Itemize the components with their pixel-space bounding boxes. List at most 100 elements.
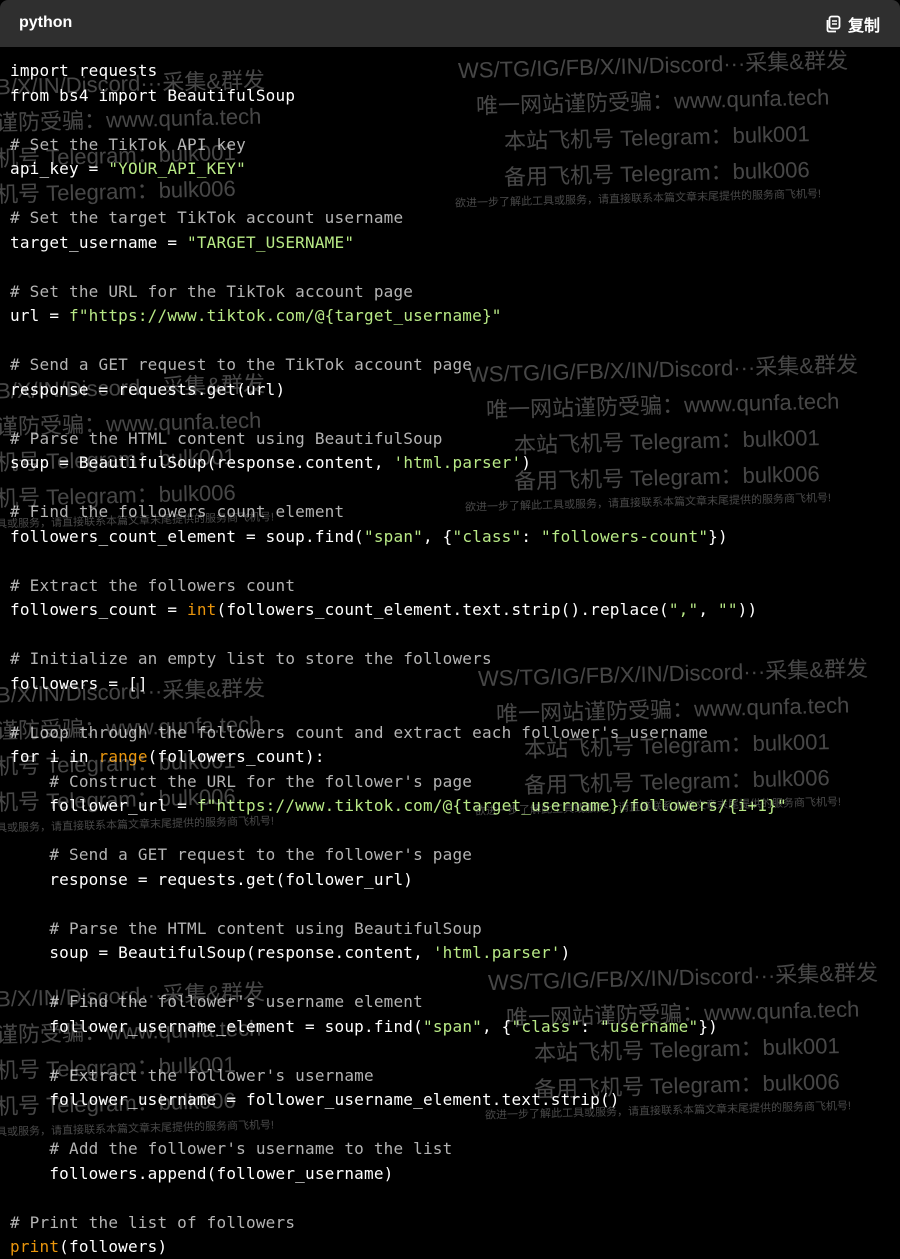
code-token: follower_username_element = soup.find( [10, 1016, 423, 1036]
code-line: # Construct the URL for the follower's p… [10, 770, 472, 794]
code-string: 'html.parser' [393, 453, 522, 472]
code-block-header: python 复制 [0, 0, 900, 47]
code-string: "span" [422, 1016, 482, 1036]
code-string: "followers-count" [541, 526, 709, 546]
code-token: follower_url = [10, 796, 197, 815]
code-string: f"https://www.tiktok.com/@{target_userna… [69, 306, 502, 325]
code-line: response = requests.get(url) [10, 378, 285, 402]
code-token: (followers) [59, 1237, 168, 1256]
code-comment: # Extract the followers count [10, 575, 296, 595]
code-comment: # Print the list of followers [10, 1212, 296, 1232]
code-token: for i in [10, 747, 99, 766]
code-line: # Set the target TikTok account username [10, 206, 403, 230]
code-token: response = requests.get(follower_url) [10, 869, 414, 889]
code-comment: # Set the target TikTok account username [10, 208, 404, 227]
code-line: print(followers) [10, 1235, 167, 1259]
code-line: api_key = "YOUR_API_KEY" [10, 157, 246, 181]
code-line: # Initialize an empty list to store the … [10, 647, 492, 671]
code-comment: # Find the followers count element [10, 502, 345, 521]
code-token: : [521, 526, 541, 546]
code-token: from bs4 import BeautifulSoup [10, 85, 296, 105]
code-line: import requests [10, 59, 158, 83]
code-line: # Parse the HTML content using Beautiful… [10, 427, 443, 451]
code-token: ) [521, 453, 532, 472]
code-line: from bs4 import BeautifulSoup [10, 84, 295, 108]
code-line: # Loop through the followers count and e… [10, 721, 708, 745]
code-line: soup = BeautifulSoup(response.content, '… [10, 941, 570, 965]
code-token: (followers_count_element.text.strip().re… [216, 600, 669, 619]
code-token: , { [481, 1016, 512, 1036]
code-content[interactable]: import requests from bs4 import Beautiful… [0, 47, 900, 1256]
code-string: "TARGET_USERNAME" [187, 232, 355, 252]
code-line: followers_count_element = soup.find("spa… [10, 525, 728, 549]
code-line: # Parse the HTML content using Beautiful… [10, 917, 482, 941]
code-token: }) [708, 526, 728, 546]
code-comment: # Send a GET request to the TikTok accou… [10, 355, 473, 374]
code-line: for i in range(followers_count): [10, 745, 325, 769]
code-line: # Print the list of followers [10, 1211, 295, 1235]
code-line: follower_username_element = soup.find("s… [10, 1015, 718, 1039]
code-line: followers = [] [10, 672, 148, 696]
code-comment: # Extract the follower's username [10, 1065, 374, 1085]
code-comment: # Parse the HTML content using Beautiful… [10, 428, 443, 448]
code-token: response = requests.get(url) [10, 379, 286, 399]
code-token: followers = [] [10, 673, 148, 693]
code-line: target_username = "TARGET_USERNAME" [10, 231, 354, 255]
code-token: soup = BeautifulSoup(response.content, [10, 943, 433, 962]
copy-button[interactable]: 复制 [824, 12, 880, 36]
code-comment: # Initialize an empty list to store the … [10, 649, 492, 668]
code-token: api_key = [10, 159, 109, 178]
code-line: # Send a GET request to the TikTok accou… [10, 353, 472, 377]
code-line: response = requests.get(follower_url) [10, 868, 413, 892]
code-string: "," [668, 600, 699, 619]
code-string: "span" [363, 526, 423, 546]
code-token: soup = BeautifulSoup(response.content, [10, 453, 394, 472]
code-token: follower_username = follower_username_el… [10, 1090, 620, 1109]
code-string: "class" [511, 1016, 581, 1036]
code-token: followers.append(follower_username) [10, 1163, 394, 1183]
code-token: , { [422, 526, 453, 546]
code-token: import requests [10, 61, 158, 80]
code-builtin: range [98, 747, 148, 766]
code-line: # Find the follower's username element [10, 990, 423, 1014]
code-comment: # Set the TikTok API key [10, 134, 246, 154]
code-string: 'html.parser' [432, 943, 561, 962]
code-line: followers.append(follower_username) [10, 1162, 393, 1186]
code-token: , [698, 600, 718, 619]
code-comment: # Parse the HTML content using Beautiful… [10, 918, 482, 938]
code-comment: # Find the follower's username element [10, 992, 423, 1011]
code-string: "username" [600, 1016, 699, 1036]
code-token: followers_count = [10, 600, 187, 619]
code-comment: # Add the follower's username to the lis… [10, 1139, 453, 1158]
code-comment: # Set the URL for the TikTok account pag… [10, 281, 414, 301]
code-comment: # Loop through the followers count and e… [10, 722, 709, 742]
code-line: followers_count = int(followers_count_el… [10, 598, 757, 622]
copy-icon [826, 15, 841, 33]
code-token: url = [10, 306, 69, 325]
code-string: "" [717, 600, 738, 619]
code-string: "YOUR_API_KEY" [108, 159, 246, 178]
code-line: follower_url = f"https://www.tiktok.com/… [10, 794, 787, 818]
code-token: )) [737, 600, 758, 619]
code-line: soup = BeautifulSoup(response.content, '… [10, 451, 531, 475]
code-string: f"https://www.tiktok.com/@{target_userna… [196, 796, 787, 815]
code-line: url = f"https://www.tiktok.com/@{target_… [10, 304, 502, 328]
code-line: # Extract the followers count [10, 574, 295, 598]
code-language-label: python [19, 14, 73, 31]
code-token: ) [560, 943, 571, 962]
code-token: target_username = [10, 232, 187, 252]
code-string: "class" [452, 526, 522, 546]
code-line: # Add the follower's username to the lis… [10, 1137, 452, 1161]
code-comment: # Send a GET request to the follower's p… [10, 845, 473, 864]
code-line: # Send a GET request to the follower's p… [10, 843, 472, 867]
code-builtin: int [187, 600, 217, 619]
code-comment: # Construct the URL for the follower's p… [10, 771, 473, 791]
code-line: # Set the TikTok API key [10, 133, 246, 157]
code-line: # Find the followers count element [10, 500, 344, 524]
code-token: (followers_count): [147, 747, 325, 766]
code-builtin: print [10, 1237, 60, 1256]
code-token: followers_count_element = soup.find( [10, 526, 364, 546]
code-token: : [580, 1016, 600, 1036]
copy-button-label: 复制 [847, 18, 880, 35]
code-line: # Extract the follower's username [10, 1064, 374, 1088]
